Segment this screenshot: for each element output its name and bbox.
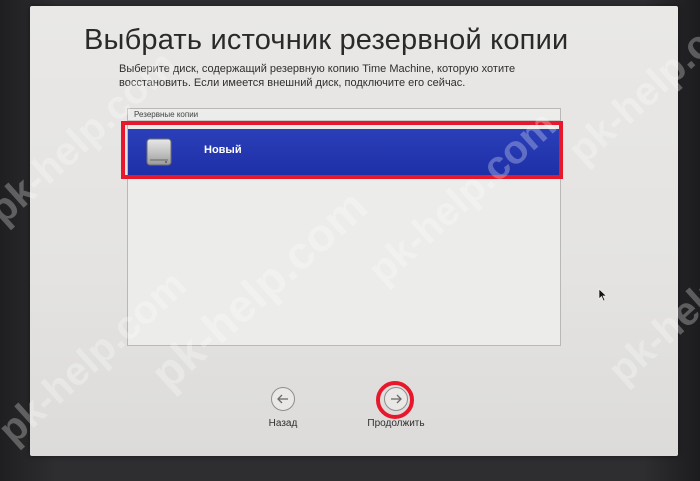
continue-button-label: Продолжить: [367, 418, 425, 429]
annotation-circle: [376, 381, 414, 419]
annotation-highlight: [121, 121, 563, 179]
back-button-circle[interactable]: [271, 387, 295, 411]
back-button-label: Назад: [268, 418, 298, 429]
arrow-left-icon: [277, 394, 288, 404]
backup-list-header: Резервные копии: [134, 110, 199, 119]
page-subtitle: Выберите диск, содержащий резервную копи…: [119, 63, 516, 89]
back-button[interactable]: Назад: [253, 387, 313, 429]
page-title: Выбрать источник резервной копии: [84, 24, 569, 56]
mouse-pointer-icon: [598, 288, 608, 307]
